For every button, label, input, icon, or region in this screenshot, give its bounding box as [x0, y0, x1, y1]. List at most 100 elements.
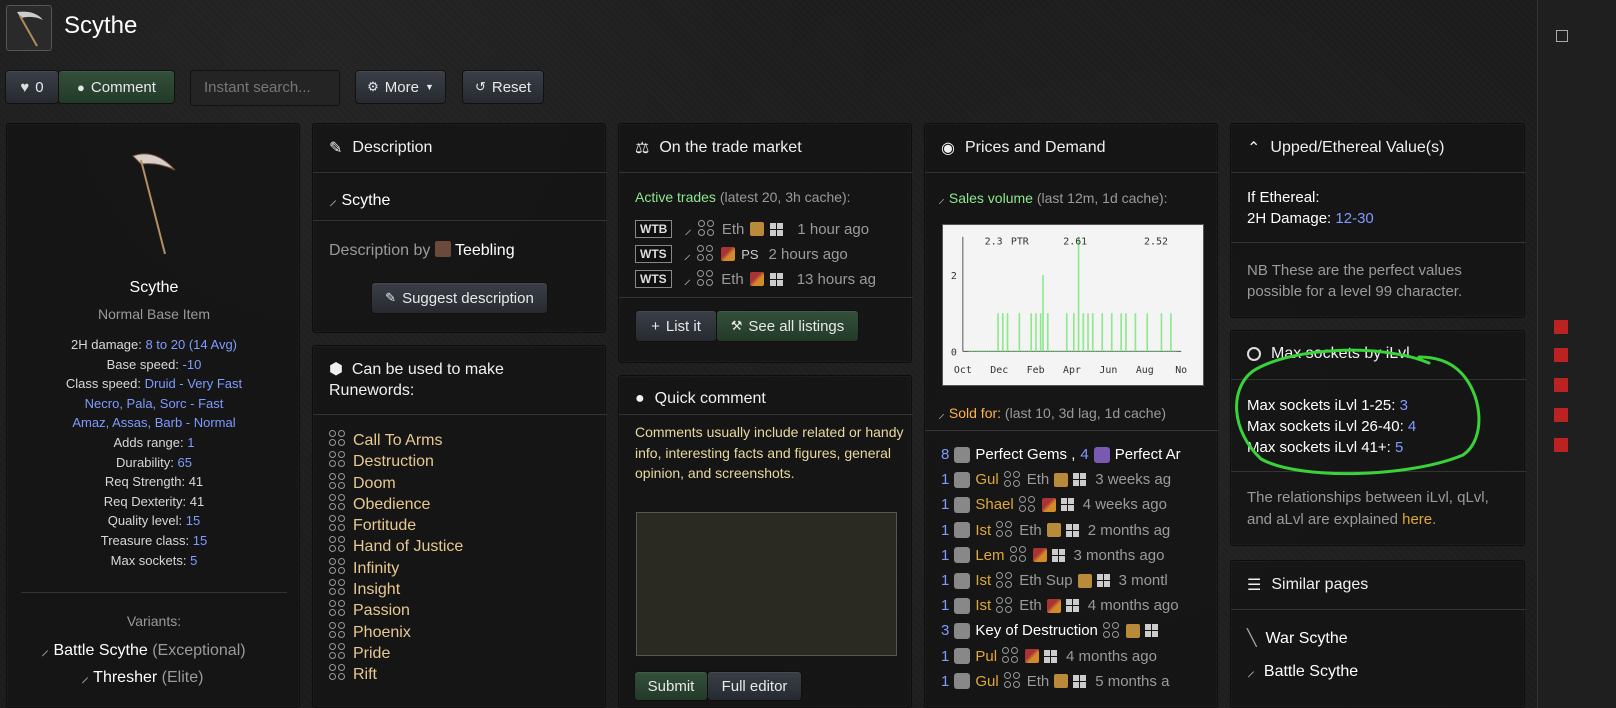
similar-link[interactable]: ⸝ Battle Scythe: [1247, 659, 1358, 681]
trade-tag: WTB: [635, 220, 673, 238]
suggest-description-button[interactable]: ✎ Suggest description: [371, 282, 548, 314]
windows-icon: [1073, 473, 1087, 487]
upped-ethereal-panel: ⌃ Upped/Ethereal Value(s) If Ethereal: 2…: [1230, 123, 1526, 318]
stat-value: 15: [185, 513, 201, 529]
chart-bar: [1080, 350, 1082, 352]
chart-bar: [1158, 350, 1160, 352]
trade-panel: ⚖ On the trade market Active trades (lat…: [618, 123, 913, 363]
chart-bar: [1009, 350, 1011, 352]
socket-icon: [329, 472, 347, 491]
instant-search-input[interactable]: Instant search...: [190, 70, 340, 106]
list-it-button[interactable]: + List it: [635, 310, 717, 342]
heading-text: Quick comment: [654, 390, 766, 407]
sold-row[interactable]: 1 Gul Eth 5 months a: [941, 669, 1219, 694]
red-flag-icon[interactable]: [1554, 378, 1568, 392]
sold-row[interactable]: 1 Gul Eth 3 weeks ag: [941, 467, 1219, 492]
trade-tag: WTS: [635, 270, 672, 288]
panel-heading: ☰ Similar pages: [1247, 575, 1368, 595]
sold-row[interactable]: 1 Ist Eth Sup 3 montl: [941, 568, 1219, 593]
active-label[interactable]: Active trades: [635, 189, 716, 205]
sold-item-name: Pul: [975, 647, 998, 665]
trade-row[interactable]: WTB ⸝ Eth 1 hour ago: [635, 219, 869, 239]
red-flag-icon[interactable]: [1554, 438, 1568, 452]
like-button[interactable]: ♥ 0: [5, 70, 59, 104]
chart-bar: [1054, 350, 1056, 352]
rune-icon: [954, 446, 971, 463]
sold-row[interactable]: 8 Perfect Gems , 4 Perfect Ar: [941, 442, 1219, 467]
heading-text: On the trade market: [659, 139, 802, 156]
sold-row[interactable]: 1 Ist Eth 4 months ago: [941, 593, 1219, 618]
x-tick-label: No: [1175, 365, 1187, 376]
green-circle-annotation: [1235, 348, 1481, 476]
socket-icon: [1002, 647, 1020, 665]
chart-bar: [1125, 313, 1127, 352]
reset-button[interactable]: ↺ Reset: [462, 70, 544, 104]
prices-panel: ◉ Prices and Demand ⸝ Sales volume (last…: [924, 123, 1219, 708]
chart-bar: [990, 350, 992, 352]
runeword-link[interactable]: Infinity: [329, 557, 463, 579]
scales-icon: ⚖: [635, 140, 650, 157]
socket-icon: [329, 664, 347, 682]
scythe-icon: ⸝: [41, 642, 50, 659]
variant-tier: (Elite): [161, 669, 204, 686]
here-link[interactable]: here: [1402, 511, 1432, 528]
chart-bar: [999, 350, 1002, 352]
trade-row[interactable]: WTS ⸝ Eth 13 hours ag: [635, 269, 876, 289]
author-name[interactable]: Teebling: [455, 242, 515, 259]
runeword-name: Infinity: [353, 559, 400, 577]
socket-icon: [996, 521, 1014, 539]
sold-row[interactable]: 3 Key of Destruction: [941, 618, 1219, 643]
sold-row[interactable]: 1 Ist Eth 2 months ag: [941, 518, 1219, 543]
heading-text: Upped/Ethereal Value(s): [1270, 139, 1445, 156]
chart-bar: [1141, 350, 1144, 352]
ladder-icon: [1054, 674, 1069, 689]
variant-name: Battle Scythe: [53, 642, 148, 659]
divider: [313, 172, 607, 173]
sold-qty: 1: [941, 496, 950, 514]
runeword-link[interactable]: Doom: [329, 472, 463, 494]
variant-name: Thresher: [93, 669, 158, 686]
socket-icon: [329, 579, 347, 597]
red-flag-icon[interactable]: [1554, 348, 1568, 362]
panel-heading: ⌃ Upped/Ethereal Value(s): [1247, 138, 1444, 158]
runeword-link[interactable]: Rift: [329, 664, 463, 685]
submit-button[interactable]: Submit: [634, 671, 708, 701]
runeword-link[interactable]: Destruction: [329, 451, 463, 472]
similar-link[interactable]: ╲ War Scythe: [1247, 628, 1348, 648]
full-editor-button[interactable]: Full editor: [707, 671, 802, 701]
sold-time: 3 months ago: [1073, 546, 1165, 564]
comment-textarea[interactable]: [636, 512, 897, 656]
red-flag-icon[interactable]: [1554, 320, 1568, 334]
runeword-name: Doom: [353, 474, 396, 492]
runeword-name: Phoenix: [353, 623, 411, 641]
socket-icon: [1003, 470, 1022, 489]
stat-label: Max sockets:: [110, 552, 187, 568]
sold-row[interactable]: 1 Lem 3 months ago: [941, 543, 1219, 568]
runeword-name: Call To Arms: [353, 432, 443, 449]
runeword-link[interactable]: Passion: [329, 600, 463, 621]
chart-bar: [1132, 350, 1134, 352]
x-tick-label: Oct: [954, 365, 972, 376]
variant-link[interactable]: ⸝ Battle Scythe (Exceptional): [41, 638, 246, 660]
variant-link[interactable]: ⸝ Thresher (Elite): [81, 665, 203, 687]
runeword-link[interactable]: Obedience: [329, 493, 463, 515]
reset-label: Reset: [491, 78, 532, 96]
runeword-link[interactable]: Hand of Justice: [329, 536, 463, 557]
socket-icon: [697, 245, 715, 263]
checkbox-icon[interactable]: [1556, 30, 1568, 42]
comment-button[interactable]: ● Comment: [58, 70, 175, 104]
rune-icon: [954, 648, 971, 665]
sold-row[interactable]: 1 Pul 4 months ago: [941, 644, 1219, 669]
runeword-link[interactable]: Phoenix: [329, 621, 463, 643]
runeword-link[interactable]: Pride: [329, 642, 463, 664]
sold-qty: 1: [941, 672, 950, 690]
runeword-link[interactable]: Call To Arms: [329, 430, 463, 451]
runeword-link[interactable]: Insight: [329, 579, 463, 600]
sold-row[interactable]: 1 Shael 4 weeks ago: [941, 492, 1219, 517]
red-flag-icon[interactable]: [1554, 408, 1568, 422]
trade-row[interactable]: WTS ⸝ PS 2 hours ago: [635, 244, 848, 264]
see-all-listings-button[interactable]: ⚒ See all listings: [716, 310, 859, 342]
more-dropdown[interactable]: ⚙ More ▼: [355, 70, 446, 104]
divider: [1231, 172, 1526, 173]
runeword-link[interactable]: Fortitude: [329, 515, 463, 536]
